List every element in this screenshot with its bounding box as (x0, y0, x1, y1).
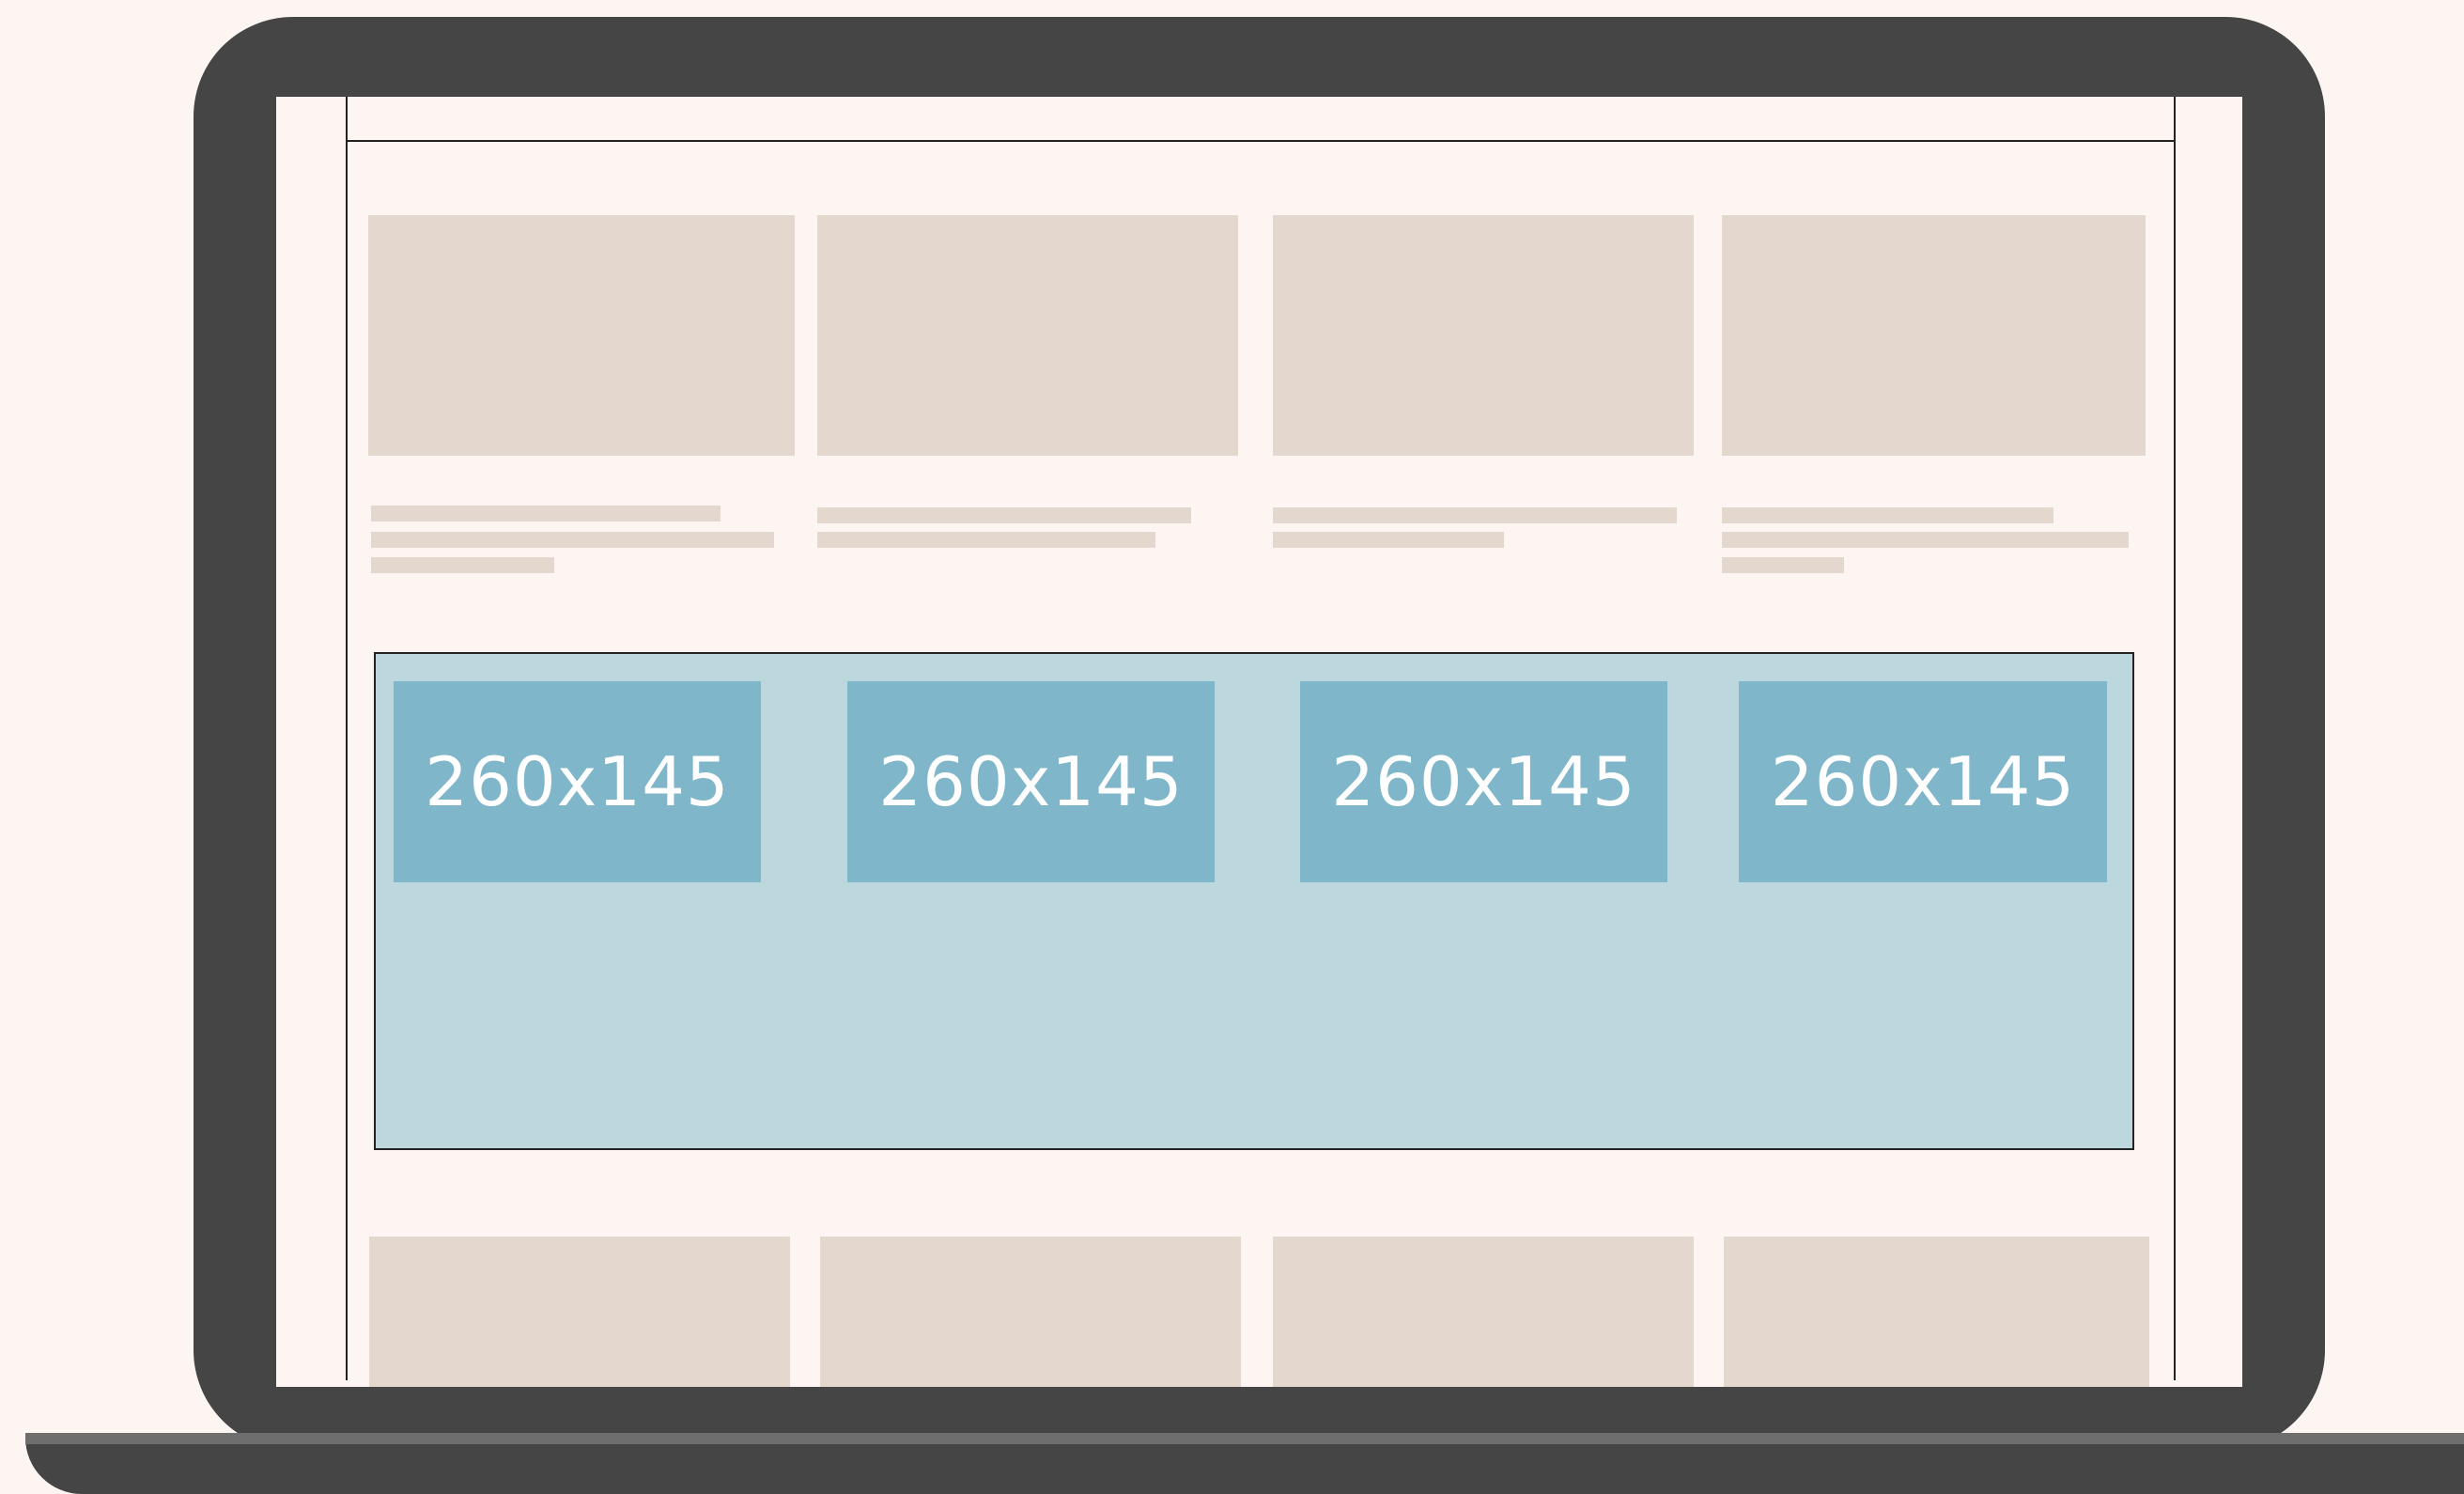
ad-slot-size-label: 260x145 (878, 742, 1184, 821)
card-thumbnail (369, 1237, 790, 1387)
card-thumbnail (1724, 1237, 2149, 1387)
text-line-placeholder (1722, 507, 2053, 523)
laptop-base-edge (25, 1433, 2464, 1444)
text-line-placeholder (817, 532, 1155, 548)
ad-slot-placeholder[interactable]: 260x145 (394, 681, 761, 882)
page-header-divider (346, 140, 2176, 142)
illustration-stage: 260x145 260x145 260x145 260x145 (0, 0, 2464, 1494)
card-thumbnail (368, 215, 795, 456)
card-thumbnail (1722, 215, 2146, 456)
text-line-placeholder (817, 507, 1191, 523)
card-thumbnail (820, 1237, 1241, 1387)
text-line-placeholder (371, 506, 721, 521)
page-left-guide (346, 97, 348, 1380)
text-line-placeholder (371, 557, 554, 573)
card-thumbnail (1273, 1237, 1694, 1387)
card-thumbnail (1273, 215, 1694, 456)
text-line-placeholder (1273, 532, 1504, 548)
text-line-placeholder (371, 532, 774, 548)
text-line-placeholder (1273, 507, 1677, 523)
card-thumbnail (817, 215, 1238, 456)
ad-slot-size-label: 260x145 (425, 742, 730, 821)
laptop-screen: 260x145 260x145 260x145 260x145 (276, 97, 2242, 1387)
ad-slot-placeholder[interactable]: 260x145 (847, 681, 1215, 882)
text-line-placeholder (1722, 532, 2129, 548)
ad-slot-placeholder[interactable]: 260x145 (1300, 681, 1667, 882)
text-line-placeholder (1722, 557, 1844, 573)
ad-slot-size-label: 260x145 (1770, 742, 2076, 821)
ad-slot-size-label: 260x145 (1331, 742, 1636, 821)
ad-slot-placeholder[interactable]: 260x145 (1739, 681, 2107, 882)
page-right-guide (2174, 97, 2176, 1380)
featured-ad-band: 260x145 260x145 260x145 260x145 (374, 652, 2134, 1150)
